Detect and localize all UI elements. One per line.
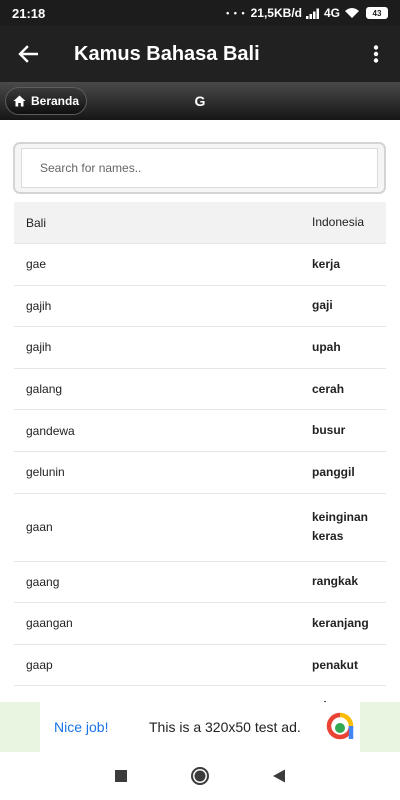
table-row[interactable]: galang cerah xyxy=(14,367,386,410)
cell-indonesia: gaji xyxy=(312,298,333,313)
cell-bali: gelunin xyxy=(26,465,65,480)
cell-bali: gandewa xyxy=(26,423,75,438)
cell-indonesia: keinginan keras xyxy=(312,510,369,544)
cell-bali: galang xyxy=(26,382,63,397)
table-header: Bali Indonesia xyxy=(14,202,386,243)
cell-indonesia: penakut xyxy=(312,657,359,672)
cell-bali: gaang xyxy=(26,574,60,589)
wifi-icon xyxy=(345,8,359,18)
system-nav-bar xyxy=(0,752,400,800)
main-content: Bali Indonesia gae kerja gajih gaji gaji… xyxy=(0,120,400,702)
cell-indonesia: cerah xyxy=(312,381,345,396)
ad-banner: Nice job! This is a 320x50 test ad. xyxy=(0,702,400,752)
cell-bali: gajih xyxy=(26,340,52,355)
cell-indonesia: panggil xyxy=(312,464,355,479)
table-row[interactable]: gajih upah xyxy=(14,326,386,368)
home-button-label: Beranda xyxy=(31,94,80,108)
search-input[interactable] xyxy=(21,148,378,188)
battery-icon: 43 xyxy=(366,7,388,19)
search-container xyxy=(13,142,386,194)
cell-bali: gaap xyxy=(26,658,53,673)
table-row[interactable]: gelunin panggil xyxy=(14,450,386,493)
status-time: 21:18 xyxy=(12,5,46,21)
dictionary-table: Bali Indonesia gae kerja gajih gaji gaji… xyxy=(14,202,386,702)
table-row[interactable]: gabag raba xyxy=(14,685,386,702)
table-row[interactable]: gaangan keranjang xyxy=(14,602,386,644)
breadcrumb-bar: G Beranda xyxy=(0,82,400,120)
triangle-back-icon[interactable] xyxy=(272,769,286,783)
status-bar: 21:18 • • • 21,5KB/d 4G 43 xyxy=(0,0,400,26)
circle-icon[interactable] xyxy=(190,766,210,786)
header-indonesia: Indonesia xyxy=(312,215,365,229)
more-vertical-icon xyxy=(373,45,379,63)
back-button[interactable] xyxy=(0,26,56,82)
cell-bali: gajih xyxy=(26,298,52,313)
ad-unit[interactable]: Nice job! This is a 320x50 test ad. xyxy=(40,702,360,752)
cell-indonesia: kerja xyxy=(312,256,341,271)
cell-indonesia: busur xyxy=(312,423,346,438)
home-icon xyxy=(13,95,26,107)
table-row[interactable]: gandewa busur xyxy=(14,409,386,451)
ad-cta[interactable]: Nice job! xyxy=(54,719,149,735)
app-title: Kamus Bahasa Bali xyxy=(74,42,260,65)
cell-bali: gaangan xyxy=(26,616,73,631)
cell-indonesia: rangkak xyxy=(312,574,359,589)
home-button[interactable]: Beranda xyxy=(5,87,87,115)
ad-network-logo-icon[interactable] xyxy=(320,702,360,752)
table-row[interactable]: gajih gaji xyxy=(14,284,386,327)
cell-bali: gae xyxy=(26,257,47,272)
ad-text: This is a 320x50 test ad. xyxy=(149,719,301,735)
network-type: 4G xyxy=(323,6,340,20)
table-row[interactable]: gaan keinginan keras xyxy=(14,492,386,561)
square-icon[interactable] xyxy=(114,769,128,783)
status-dots: • • • xyxy=(226,8,246,18)
network-speed: 21,5KB/d xyxy=(250,6,302,20)
cell-indonesia: upah xyxy=(312,339,341,354)
status-indicators: • • • 21,5KB/d 4G 43 xyxy=(226,6,388,20)
header-bali: Bali xyxy=(26,215,47,230)
cell-bali: gaan xyxy=(26,520,53,535)
table-row[interactable]: gaang rangkak xyxy=(14,560,386,603)
overflow-menu-button[interactable] xyxy=(352,26,400,82)
cell-indonesia: keranjang xyxy=(312,615,369,630)
app-bar: Kamus Bahasa Bali xyxy=(0,26,400,82)
table-row[interactable]: gae kerja xyxy=(14,243,386,285)
arrow-left-icon xyxy=(18,45,38,63)
table-row[interactable]: gaap penakut xyxy=(14,643,386,686)
signal-icon xyxy=(305,8,319,19)
